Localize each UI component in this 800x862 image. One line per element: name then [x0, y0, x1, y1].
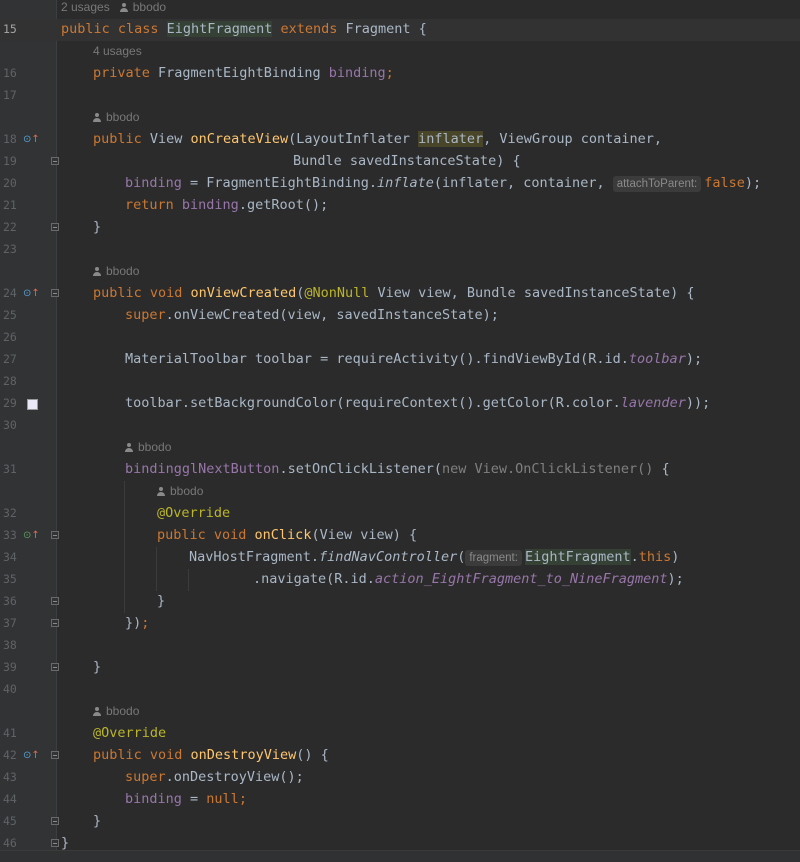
code-line-32[interactable]: 32 @Override: [0, 503, 800, 525]
field-usage-hint[interactable]: 4 usages: [93, 44, 142, 58]
code-line-45[interactable]: 45 }: [0, 811, 800, 833]
code-line-25[interactable]: 25 super.onViewCreated(view, savedInstan…: [0, 305, 800, 327]
author-icon: [125, 443, 133, 452]
code-line-16[interactable]: 16 private FragmentEightBinding binding;: [0, 63, 800, 85]
code-line-33[interactable]: 33 ⊙↑ public void onClick(View view) {: [0, 525, 800, 547]
author-icon: [93, 267, 101, 276]
author-icon: [119, 3, 128, 12]
fold-marker[interactable]: [51, 157, 59, 165]
code-line-34[interactable]: 34 NavHostFragment.findNavController(fra…: [0, 547, 800, 569]
code-line-24[interactable]: 24 ⊙↑ public void onViewCreated(@NonNull…: [0, 283, 800, 305]
code-line-40[interactable]: 40: [0, 679, 800, 701]
code-line-15[interactable]: 15 public class EightFragment extends Fr…: [0, 19, 800, 41]
implement-icon[interactable]: ⊙↑: [23, 530, 40, 541]
fold-marker[interactable]: [51, 619, 59, 627]
line-number: 15: [3, 22, 17, 36]
code-line-44[interactable]: 44 binding = null;: [0, 789, 800, 811]
horizontal-scrollbar[interactable]: [0, 850, 800, 862]
fold-marker[interactable]: [51, 751, 59, 759]
code-line-38[interactable]: 38: [0, 635, 800, 657]
code-line-42[interactable]: 42 ⊙↑ public void onDestroyView() {: [0, 745, 800, 767]
code-line-29[interactable]: 29 toolbar.setBackgroundColor(requireCon…: [0, 393, 800, 415]
override-up-icon[interactable]: ⊙↑: [23, 750, 40, 761]
author-hint[interactable]: bbodo: [93, 110, 139, 124]
code-line-20[interactable]: 20 binding = FragmentEightBinding.inflat…: [0, 173, 800, 195]
code-line-23[interactable]: 23: [0, 239, 800, 261]
fold-marker[interactable]: [51, 817, 59, 825]
code-line-39[interactable]: 39 }: [0, 657, 800, 679]
fold-marker[interactable]: [51, 839, 59, 847]
fold-marker[interactable]: [51, 289, 59, 297]
param-inlay-hint: attachToParent:: [612, 176, 702, 192]
fold-marker[interactable]: [51, 663, 59, 671]
code-line-21[interactable]: 21 return binding.getRoot();: [0, 195, 800, 217]
override-up-icon[interactable]: ⊙↑: [23, 134, 40, 145]
code-line-26[interactable]: 26: [0, 327, 800, 349]
code-line-28[interactable]: 28: [0, 371, 800, 393]
override-up-icon[interactable]: ⊙↑: [23, 288, 40, 299]
color-swatch-icon[interactable]: [27, 399, 38, 410]
code-line-43[interactable]: 43 super.onDestroyView();: [0, 767, 800, 789]
fold-marker[interactable]: [51, 531, 59, 539]
author-hint[interactable]: bbodo: [93, 264, 139, 278]
code-editor[interactable]: 2 usages bbodo 15 public class EightFrag…: [0, 0, 800, 862]
author-hint[interactable]: bbodo: [157, 484, 203, 498]
code-line-35[interactable]: 35 .navigate(R.id.action_EightFragment_t…: [0, 569, 800, 591]
author-icon: [157, 487, 165, 496]
code-line-41[interactable]: 41 @Override: [0, 723, 800, 745]
author-hint[interactable]: bbodo: [93, 704, 139, 718]
author-icon: [93, 113, 101, 122]
author-icon: [93, 707, 101, 716]
code-line-31[interactable]: 31 bindingglNextButton.setOnClickListene…: [0, 459, 800, 481]
code-line-27[interactable]: 27 MaterialToolbar toolbar = requireActi…: [0, 349, 800, 371]
code-line-37[interactable]: 37 });: [0, 613, 800, 635]
code-line-19[interactable]: 19 Bundle savedInstanceState) {: [0, 151, 800, 173]
class-name[interactable]: EightFragment: [166, 21, 273, 37]
code-line-36[interactable]: 36 }: [0, 591, 800, 613]
author-hint[interactable]: bbodo: [125, 440, 171, 454]
fold-marker[interactable]: [51, 223, 59, 231]
code-line-18[interactable]: 18 ⊙↑ public View onCreateView(LayoutInf…: [0, 129, 800, 151]
fold-marker[interactable]: [51, 597, 59, 605]
class-usage-hint[interactable]: 2 usages bbodo: [61, 0, 166, 14]
code-line-17[interactable]: 17: [0, 85, 800, 107]
code-line-22[interactable]: 22 }: [0, 217, 800, 239]
param-inlay-hint: fragment:: [465, 550, 522, 566]
code-line-30[interactable]: 30: [0, 415, 800, 437]
